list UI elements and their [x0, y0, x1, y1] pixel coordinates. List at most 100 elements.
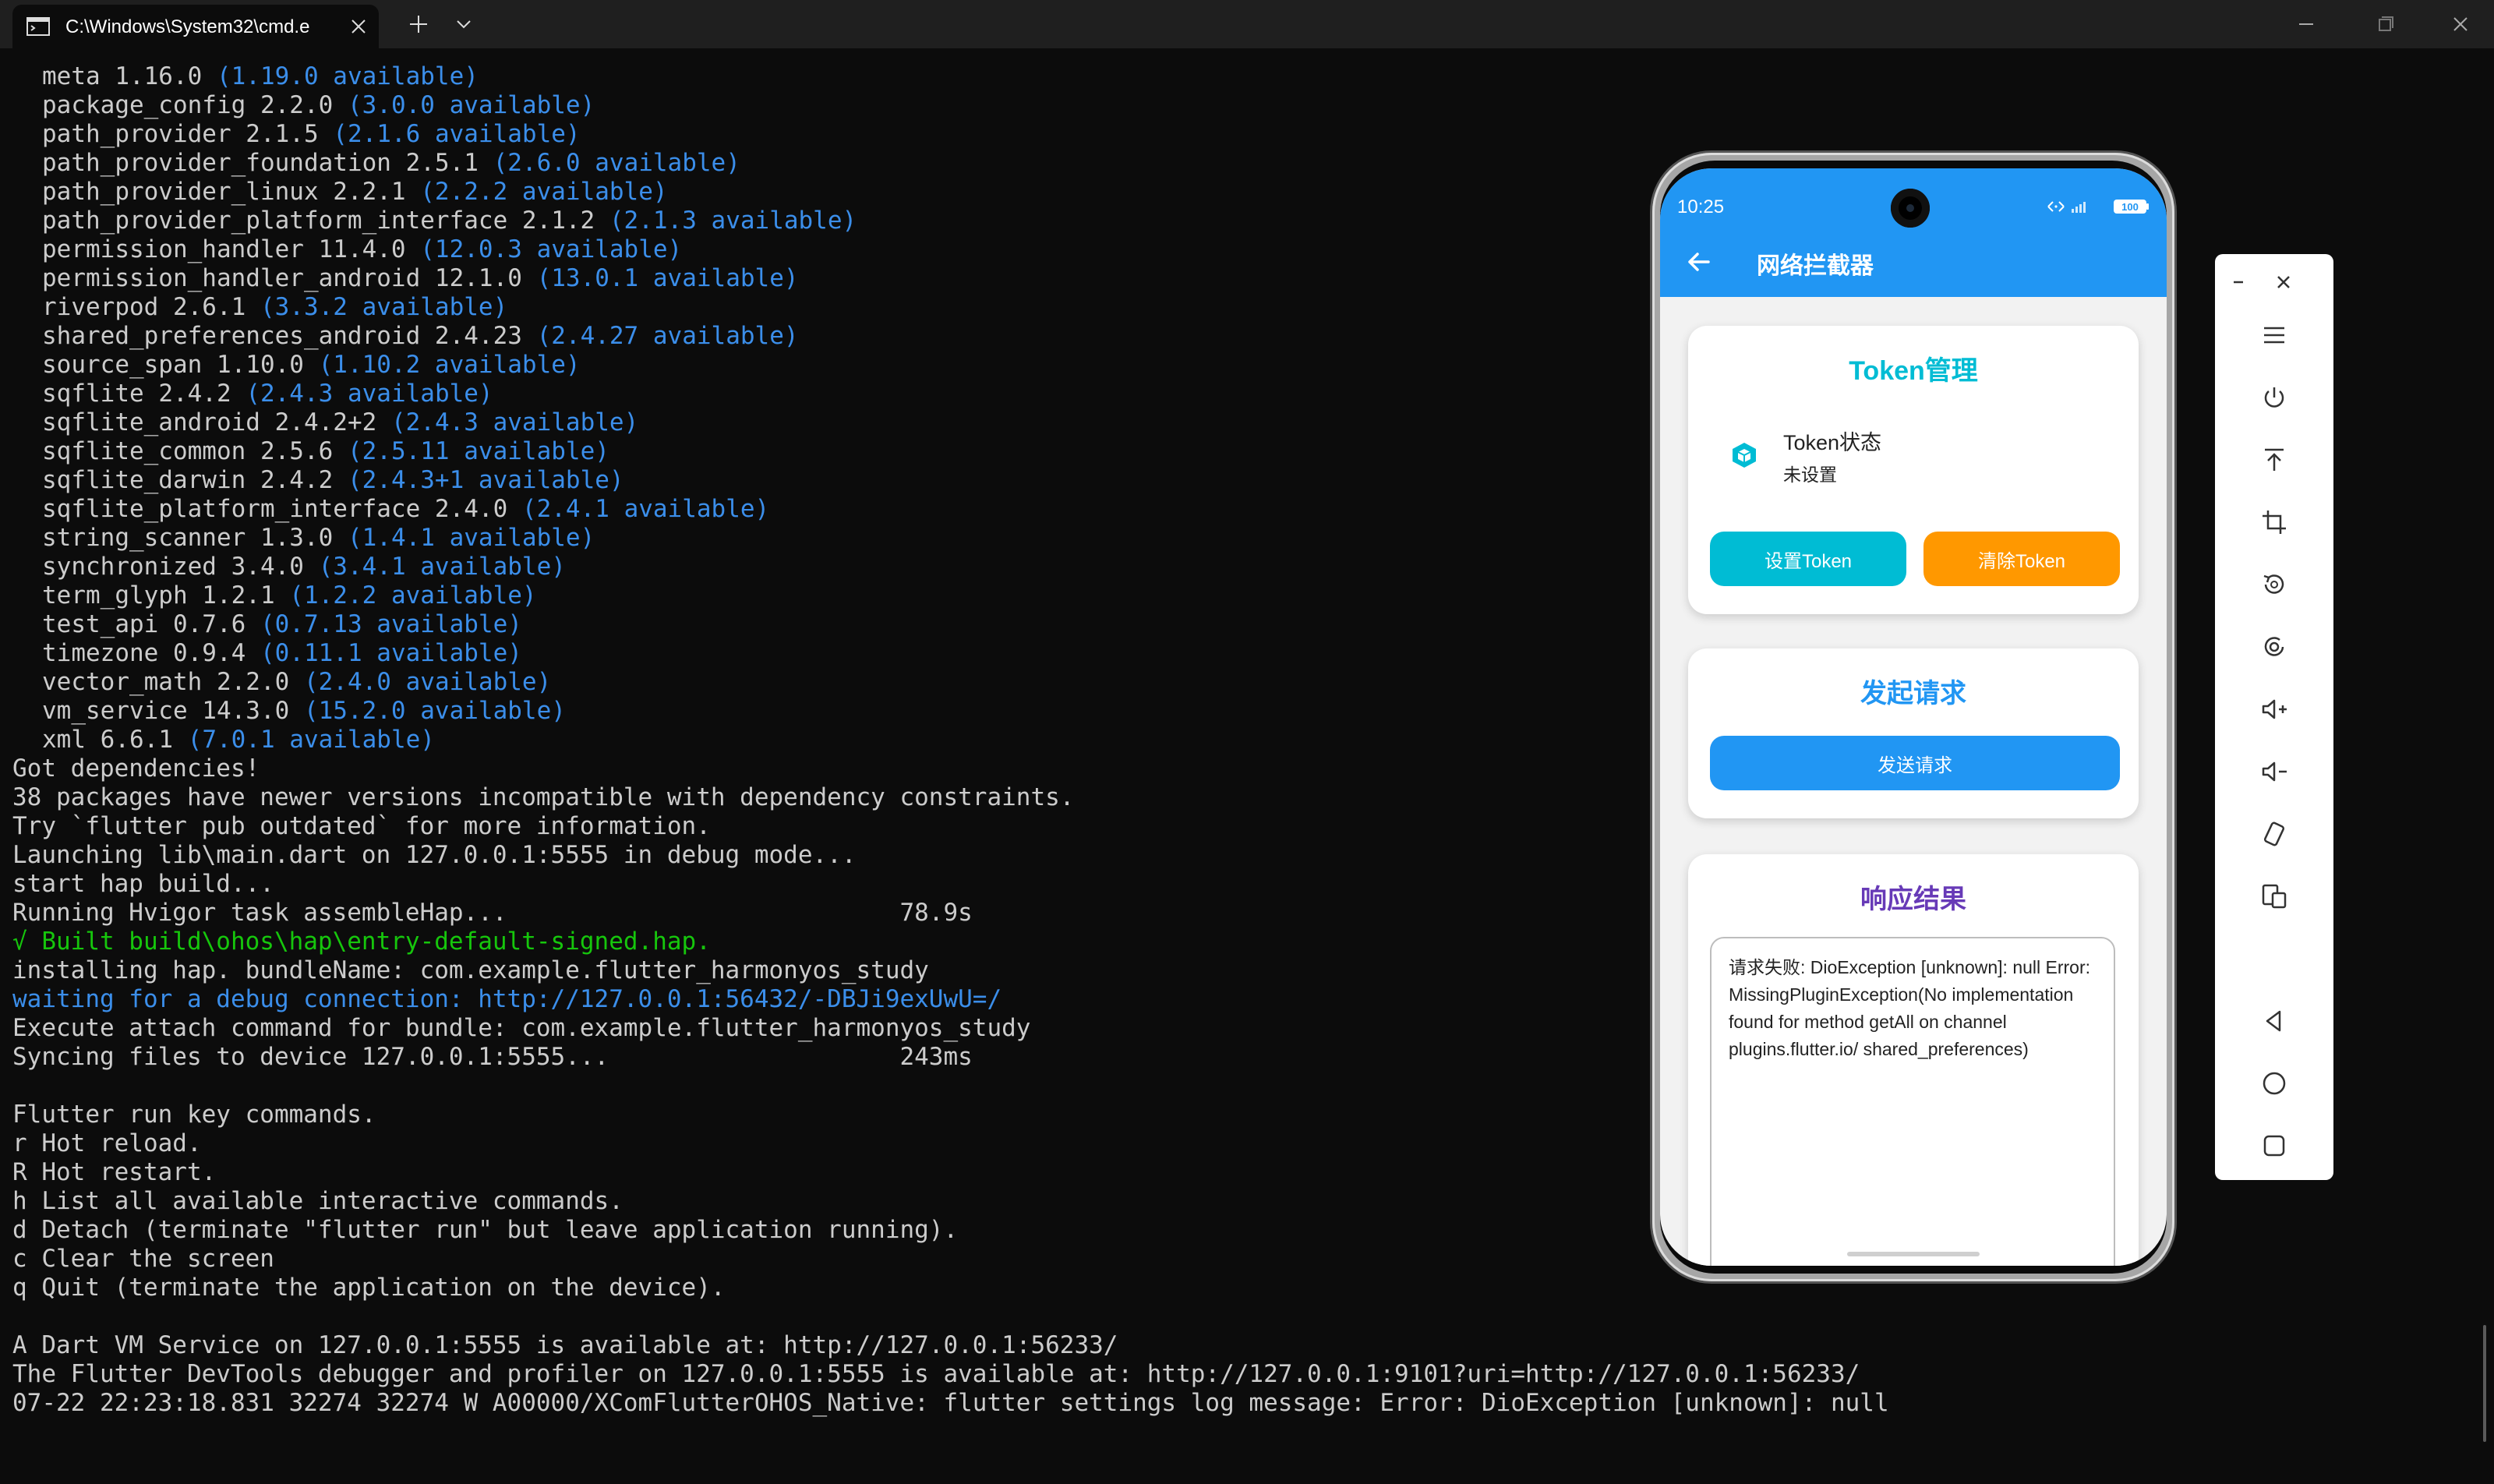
terminal-line: Syncing files to device 127.0.0.1:5555..…	[12, 1043, 973, 1071]
terminal-line: h List all available interactive command…	[12, 1187, 624, 1215]
terminal-line: waiting for a debug connection: http://1…	[12, 985, 1002, 1013]
set-token-button[interactable]: 设置Token	[1710, 532, 1906, 586]
multi-device-icon[interactable]	[2259, 881, 2290, 912]
minimize-icon[interactable]	[2293, 11, 2319, 37]
terminal-scrollbar[interactable]	[2483, 1325, 2486, 1442]
package-available: (2.4.3+1 available)	[347, 466, 624, 494]
package-available: (3.4.1 available)	[318, 553, 566, 581]
package-name: test_api	[42, 610, 159, 638]
terminal-output[interactable]: meta 1.16.0 (1.19.0 available) package_co…	[12, 62, 1889, 1418]
back-arrow-icon[interactable]	[1683, 246, 1715, 277]
terminal-line: d Detach (terminate "flutter run" but le…	[12, 1216, 959, 1244]
package-version: 2.5.1	[390, 149, 493, 177]
package-available: (2.4.1 available)	[521, 495, 770, 523]
terminal-line: c Clear the screen	[12, 1245, 274, 1273]
toolbar-close-icon[interactable]	[2270, 268, 2298, 296]
terminal-tab[interactable]: C:\Windows\System32\cmd.e	[12, 5, 379, 48]
send-request-button[interactable]: 发送请求	[1710, 736, 2120, 790]
package-name: sqflite_platform_interface	[42, 495, 421, 523]
package-line: sqflite_common 2.5.6 (2.5.11 available)	[12, 437, 1889, 466]
clear-token-button[interactable]: 清除Token	[1923, 532, 2120, 586]
package-name: sqflite_darwin	[42, 466, 246, 494]
chevron-down-icon[interactable]	[452, 14, 475, 34]
terminal-line: √ Built build\ohos\hap\entry-default-sig…	[12, 928, 711, 956]
token-status-value: 未设置	[1783, 465, 1837, 485]
package-line: term_glyph 1.2.1 (1.2.2 available)	[12, 581, 1889, 610]
package-version: 2.4.0	[420, 495, 522, 523]
package-line: string_scanner 1.3.0 (1.4.1 available)	[12, 524, 1889, 553]
package-available: (1.19.0 available)	[216, 62, 479, 90]
screenshot-icon[interactable]	[2259, 631, 2290, 662]
status-icons: 100	[2047, 200, 2149, 214]
home-indicator[interactable]	[1847, 1252, 1980, 1256]
menu-icon[interactable]	[2259, 320, 2290, 351]
package-version: 2.2.0	[202, 668, 304, 696]
package-name: sqflite	[42, 380, 144, 408]
response-content[interactable]: 请求失败: DioException [unknown]: null Error…	[1710, 937, 2115, 1266]
package-line: sqflite_platform_interface 2.4.0 (2.4.1 …	[12, 495, 1889, 524]
package-available: (1.2.2 available)	[289, 581, 537, 610]
terminal-line: q Quit (terminate the application on the…	[12, 1274, 726, 1302]
maximize-icon[interactable]	[2372, 11, 2399, 37]
package-available: (15.2.0 available)	[303, 697, 566, 725]
home-icon[interactable]	[2259, 1068, 2290, 1099]
tab-title: C:\Windows\System32\cmd.e	[65, 16, 310, 37]
package-name: source_span	[42, 351, 203, 379]
response-card-title: 响应结果	[1860, 885, 1966, 914]
package-name: package_config	[42, 91, 246, 119]
package-version: 2.1.2	[507, 207, 609, 235]
recents-icon[interactable]	[2259, 1130, 2290, 1161]
volume-up-icon[interactable]	[2259, 694, 2290, 725]
package-version: 14.3.0	[187, 697, 304, 725]
response-card: 响应结果 请求失败: DioException [unknown]: null …	[1688, 854, 2139, 1266]
terminal-line: r Hot reload.	[12, 1129, 202, 1157]
package-name: path_provider_foundation	[42, 149, 391, 177]
package-name: path_provider_platform_interface	[42, 207, 508, 235]
package-version: 2.5.6	[246, 437, 348, 465]
token-card-title: Token管理	[1849, 356, 1978, 386]
upload-icon[interactable]	[2259, 444, 2290, 475]
power-icon[interactable]	[2259, 382, 2290, 413]
package-version: 2.4.23	[420, 322, 537, 350]
package-version: 3.4.0	[216, 553, 319, 581]
close-tab-icon[interactable]	[349, 17, 368, 36]
package-name: vm_service	[42, 697, 188, 725]
package-version: 2.4.2+2	[260, 408, 391, 436]
app-bar: 10:25 100 网络拦截器	[1660, 168, 2167, 297]
package-version: 2.2.1	[318, 178, 421, 206]
terminal-line: Got dependencies!	[12, 754, 260, 783]
package-available: (2.4.0 available)	[303, 668, 552, 696]
rotate-icon[interactable]	[2259, 569, 2290, 600]
toolbar-minimize-icon[interactable]	[2224, 268, 2252, 296]
request-card-title: 发起请求	[1860, 679, 1966, 708]
battery-icon: 100	[2114, 200, 2149, 214]
signal-icon	[2072, 202, 2086, 213]
package-line: path_provider_platform_interface 2.1.2 (…	[12, 207, 1889, 235]
package-line: source_span 1.10.0 (1.10.2 available)	[12, 351, 1889, 380]
new-tab-icon[interactable]	[405, 11, 432, 37]
package-name: sqflite_android	[42, 408, 260, 436]
back-icon[interactable]	[2259, 1005, 2290, 1037]
package-name: riverpod	[42, 293, 159, 321]
window-close-icon[interactable]	[2447, 11, 2474, 37]
crop-icon[interactable]	[2259, 507, 2290, 538]
wifi-transfer-icon	[2047, 201, 2065, 212]
cube-icon	[1733, 443, 1756, 468]
package-line: sqflite_darwin 2.4.2 (2.4.3+1 available)	[12, 466, 1889, 495]
package-version: 1.10.0	[202, 351, 319, 379]
package-available: (13.0.1 available)	[536, 264, 799, 292]
package-line: package_config 2.2.0 (3.0.0 available)	[12, 91, 1889, 120]
volume-down-icon[interactable]	[2259, 756, 2290, 787]
package-name: path_provider	[42, 120, 231, 148]
package-version: 2.2.0	[246, 91, 348, 119]
package-name: shared_preferences_android	[42, 322, 421, 350]
terminal-line: start hap build...	[12, 870, 274, 898]
shake-icon[interactable]	[2259, 818, 2290, 850]
package-version: 11.4.0	[303, 235, 421, 263]
terminal-line: 38 packages have newer versions incompat…	[12, 783, 1075, 811]
package-available: (2.1.6 available)	[333, 120, 581, 148]
phone-screen[interactable]: 10:25 100 网络拦截器 Token管理 Token状态 未设置 设置To	[1660, 168, 2167, 1266]
token-management-card: Token管理 Token状态 未设置 设置Token 清除Token	[1688, 326, 2139, 614]
